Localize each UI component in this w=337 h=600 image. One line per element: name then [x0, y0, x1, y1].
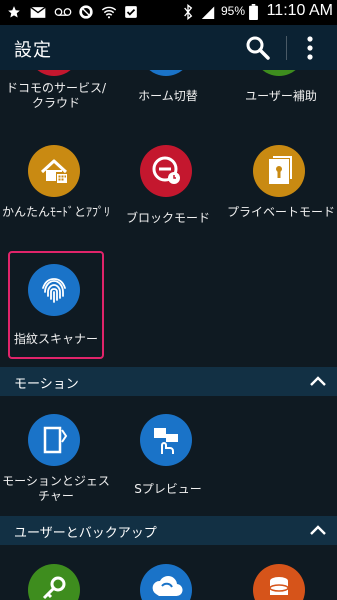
item-label: 指紋スキャナー — [13, 332, 98, 346]
fingerprint-scanner-item[interactable]: 指紋スキャナー — [0, 260, 112, 356]
battery-icon — [248, 3, 258, 21]
block-mode-item[interactable]: ブロックモード — [112, 141, 224, 241]
docomo-cloud-item[interactable]: ドコモのサービス/クラウド — [0, 70, 112, 130]
motion-icon — [28, 414, 80, 466]
call-blocked-icon — [78, 3, 94, 21]
mail-icon — [30, 3, 46, 21]
battery-percent: 95% — [221, 4, 246, 18]
page-title: 設定 — [14, 40, 52, 61]
home-switch-icon — [140, 70, 192, 76]
backup-icon — [253, 564, 305, 600]
section-title: モーション — [14, 377, 79, 392]
chevron-up-icon[interactable] — [309, 522, 327, 538]
accounts-item[interactable] — [0, 560, 112, 600]
star-icon — [7, 3, 21, 21]
more-vert-icon[interactable] — [298, 34, 322, 62]
item-label: ホーム切替 — [138, 89, 198, 103]
app-bar: 設定 — [0, 25, 337, 70]
signal-icon — [200, 3, 216, 21]
home-grid-icon — [28, 145, 80, 197]
item-label: ドコモのサービス/クラウド — [5, 81, 107, 110]
item-label: ブロックモード — [125, 211, 210, 225]
home-switch-item[interactable]: ホーム切替 — [112, 70, 224, 130]
voicemail-icon — [54, 3, 72, 21]
settings-grid-top: ドコモのサービス/クラウド ホーム切替 ユーザー補助 — [0, 70, 337, 130]
cloud-sync-item[interactable] — [112, 560, 224, 600]
item-label: Sプレビュー — [134, 482, 202, 496]
item-label: ユーザー補助 — [245, 89, 317, 103]
section-header-motion[interactable]: モーション — [0, 367, 337, 396]
fingerprint-icon — [28, 264, 80, 316]
key-icon — [28, 564, 80, 600]
section-header-user-backup[interactable]: ユーザーとバックアップ — [0, 516, 337, 545]
section-title: ユーザーとバックアップ — [14, 526, 157, 541]
accessibility-item[interactable]: ユーザー補助 — [225, 70, 337, 130]
checkbox-icon — [124, 3, 138, 21]
easy-mode-item[interactable]: かんたんﾓｰﾄﾞとｱﾌﾟﾘ — [0, 141, 112, 241]
accessibility-icon — [253, 70, 305, 76]
bluetooth-icon — [182, 3, 194, 21]
docomo-icon — [28, 70, 80, 76]
chevron-up-icon[interactable] — [309, 373, 327, 389]
spreview-icon — [140, 414, 192, 466]
wifi-icon — [101, 3, 117, 21]
private-mode-item[interactable]: プライベートモード — [225, 141, 337, 241]
private-folder-icon — [253, 145, 305, 197]
divider — [286, 36, 287, 60]
motion-gesture-item[interactable]: モーションとジェスチャー — [0, 410, 112, 510]
backup-reset-item[interactable] — [225, 560, 337, 600]
clock: 11:10 AM — [266, 2, 333, 19]
item-label: モーションとジェスチャー — [2, 474, 110, 503]
item-label: プライベートモード — [227, 205, 336, 219]
search-icon[interactable] — [244, 34, 272, 62]
cloud-sync-icon — [140, 564, 192, 600]
block-clock-icon — [140, 145, 192, 197]
status-bar: 95% 11:10 AM — [0, 0, 337, 25]
item-label: かんたんﾓｰﾄﾞとｱﾌﾟﾘ — [2, 205, 111, 219]
s-preview-item[interactable]: Sプレビュー — [112, 410, 224, 510]
